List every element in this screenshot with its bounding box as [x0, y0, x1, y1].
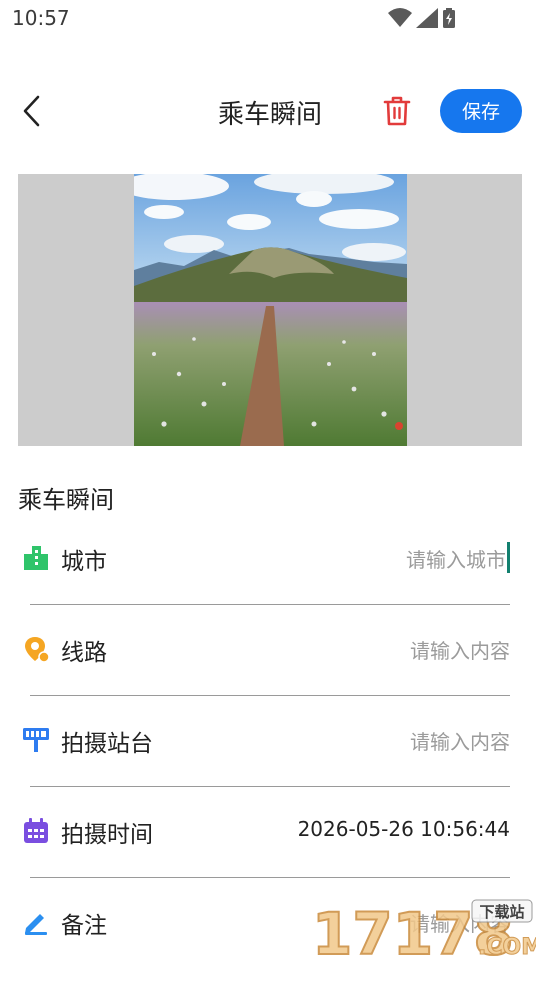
- shoot-time-field[interactable]: 拍摄时间 2026-05-26 10:56:44: [0, 801, 540, 891]
- station-input[interactable]: 请输入内容: [410, 726, 510, 755]
- delete-button[interactable]: [382, 95, 412, 127]
- back-arrow-icon: [23, 95, 40, 127]
- shoot-time-value[interactable]: 2026-05-26 10:56:44: [298, 817, 510, 841]
- route-label: 线路: [61, 640, 107, 666]
- divider: [30, 877, 510, 878]
- divider: [30, 604, 510, 605]
- watermark-logo: 17178 下载站 .COM: [311, 896, 540, 969]
- station-label: 拍摄站台: [61, 731, 153, 757]
- battery-charging-icon: [443, 8, 455, 28]
- calendar-icon: [24, 818, 48, 843]
- trash-icon: [383, 96, 411, 126]
- divider: [30, 695, 510, 696]
- city-field[interactable]: 城市 请输入城市: [0, 528, 540, 618]
- station-field[interactable]: 拍摄站台 请输入内容: [0, 710, 540, 800]
- route-input[interactable]: 请输入内容: [410, 635, 510, 664]
- text-cursor: [507, 542, 510, 573]
- watermark-suffix: .COM: [478, 935, 536, 960]
- section-title: 乘车瞬间: [18, 486, 114, 514]
- photo-preview: [134, 174, 407, 446]
- station-sign-icon: [23, 728, 49, 752]
- shoot-time-label: 拍摄时间: [61, 822, 153, 848]
- city-input[interactable]: 请输入城市: [406, 544, 506, 573]
- route-pin-icon: [25, 637, 50, 663]
- back-button[interactable]: [18, 94, 48, 128]
- watermark-badge: 下载站: [479, 903, 524, 921]
- divider: [30, 786, 510, 787]
- notes-label: 备注: [61, 913, 107, 939]
- photo-picker[interactable]: [18, 174, 522, 446]
- signal-icon: [416, 8, 438, 28]
- status-time: 10:57: [12, 6, 70, 30]
- page-title: 乘车瞬间: [217, 100, 322, 130]
- city-building-icon: [24, 546, 48, 570]
- status-bar: 10:57: [0, 0, 540, 36]
- route-field[interactable]: 线路 请输入内容: [0, 619, 540, 709]
- edit-pen-icon: [25, 914, 47, 935]
- city-label: 城市: [61, 549, 107, 575]
- header-bar: 乘车瞬间 保存: [0, 80, 540, 142]
- wifi-icon: [388, 8, 412, 27]
- save-button[interactable]: 保存: [440, 89, 522, 133]
